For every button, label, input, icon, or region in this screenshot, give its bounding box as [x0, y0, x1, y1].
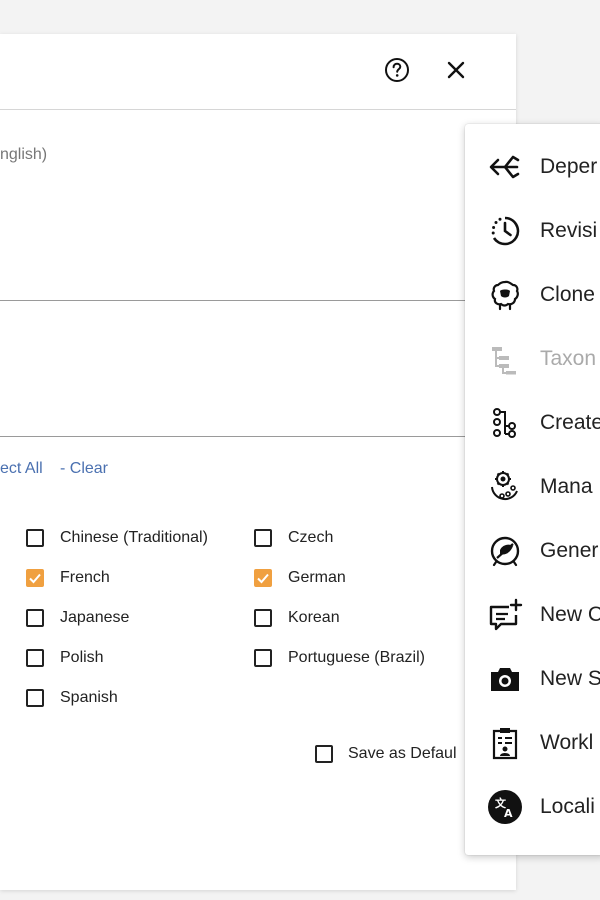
language-label: Czech — [288, 529, 334, 546]
checkbox[interactable] — [26, 609, 44, 627]
menu-item-label: Locali — [540, 795, 595, 818]
checkmark-icon — [29, 573, 41, 584]
menu-item-label: Clone — [540, 283, 595, 306]
language-label: Spanish — [60, 689, 118, 706]
checkbox[interactable] — [315, 745, 333, 763]
language-option-german[interactable]: German — [254, 566, 346, 590]
menu-item-label: Taxon — [540, 347, 597, 370]
close-button[interactable] — [442, 56, 470, 84]
menu-item-worklist[interactable]: Workl — [465, 718, 600, 768]
revision-history-icon — [487, 213, 523, 249]
menu-item-create[interactable]: Create — [465, 398, 600, 448]
language-option-french[interactable]: French — [26, 566, 110, 590]
menu-item-taxonomy[interactable]: Taxon — [465, 334, 600, 384]
language-option-spanish[interactable]: Spanish — [26, 686, 118, 710]
menu-item-label: New S — [540, 667, 600, 690]
field-underline — [0, 436, 516, 437]
menu-item-label: Revisi — [540, 219, 598, 242]
menu-item-revision-history[interactable]: Revisi — [465, 206, 600, 256]
language-option-korean[interactable]: Korean — [254, 606, 340, 630]
language-label: Korean — [288, 609, 340, 626]
language-option-chinese-traditional[interactable]: Chinese (Traditional) — [26, 526, 208, 550]
menu-item-generate[interactable]: Gener — [465, 526, 600, 576]
menu-item-label: Gener — [540, 539, 599, 562]
checkbox[interactable] — [26, 569, 44, 587]
checkmark-icon — [257, 573, 269, 584]
menu-item-manage[interactable]: Mana — [465, 462, 600, 512]
checkbox[interactable] — [254, 609, 272, 627]
menu-item-dependencies[interactable]: Deper — [465, 142, 600, 192]
description-text: nglish) — [0, 146, 48, 163]
checkbox[interactable] — [254, 649, 272, 667]
save-as-default-option[interactable]: Save as Defaul — [315, 742, 457, 766]
taxonomy-tree-icon — [487, 341, 523, 377]
menu-item-localization[interactable]: 文 A Locali — [465, 782, 600, 832]
clear-link[interactable]: - Clear — [60, 460, 108, 478]
language-option-czech[interactable]: Czech — [254, 526, 333, 550]
new-comment-icon — [487, 597, 523, 633]
save-as-default-label: Save as Defaul — [348, 745, 457, 762]
menu-item-label: Deper — [540, 155, 598, 178]
language-label: French — [60, 569, 110, 586]
close-icon — [447, 61, 465, 79]
menu-item-label: New C — [540, 603, 600, 626]
menu-item-label: Workl — [540, 731, 594, 754]
menu-item-label: Create — [540, 411, 600, 434]
svg-text:A: A — [504, 807, 513, 820]
actions-menu: Deper Revisi Clone Taxon Create Mana Gen… — [465, 124, 600, 855]
create-flow-icon — [487, 405, 523, 441]
checkbox[interactable] — [26, 689, 44, 707]
field-underline — [0, 300, 516, 301]
localization-dialog: nglish) ect All - Clear Chinese (Traditi… — [0, 34, 516, 890]
language-option-polish[interactable]: Polish — [26, 646, 104, 670]
menu-item-new-snapshot[interactable]: New S — [465, 654, 600, 704]
generate-icon — [487, 533, 523, 569]
select-all-link[interactable]: ect All — [0, 460, 43, 478]
checkbox[interactable] — [254, 569, 272, 587]
worklist-icon — [487, 725, 523, 761]
dependency-arrows-icon — [487, 149, 523, 185]
menu-item-clone[interactable]: Clone — [465, 270, 600, 320]
help-icon — [385, 58, 409, 82]
checkbox[interactable] — [26, 649, 44, 667]
language-label: Japanese — [60, 609, 130, 626]
language-label: German — [288, 569, 346, 586]
language-label: Portuguese (Brazil) — [288, 649, 425, 666]
checkbox[interactable] — [26, 529, 44, 547]
manage-gear-icon — [487, 469, 523, 505]
checkbox[interactable] — [254, 529, 272, 547]
language-label: Polish — [60, 649, 104, 666]
clone-sheep-icon — [487, 277, 523, 313]
menu-item-label: Mana — [540, 475, 593, 498]
dialog-header — [0, 34, 516, 110]
translate-icon: 文 A — [487, 789, 523, 825]
language-label: Chinese (Traditional) — [60, 529, 208, 546]
help-button[interactable] — [383, 56, 411, 84]
language-option-portuguese-brazil[interactable]: Portuguese (Brazil) — [254, 646, 425, 670]
camera-icon — [487, 661, 523, 697]
menu-item-new-comment[interactable]: New C — [465, 590, 600, 640]
language-option-japanese[interactable]: Japanese — [26, 606, 129, 630]
